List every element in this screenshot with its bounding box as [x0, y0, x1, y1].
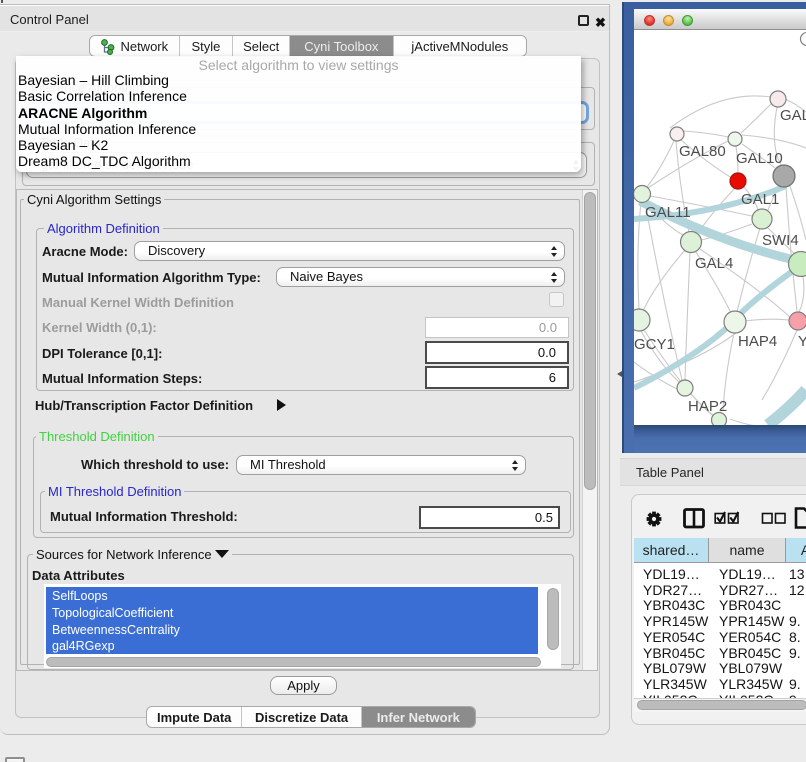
svg-text:HAP2: HAP2 [688, 398, 727, 415]
svg-text:GAL10: GAL10 [736, 150, 783, 167]
svg-text:GAL4: GAL4 [695, 255, 733, 272]
svg-text:GAL11: GAL11 [645, 204, 691, 221]
svg-text:GAL80: GAL80 [679, 143, 726, 160]
svg-text:GAL7: GAL7 [780, 107, 806, 124]
svg-text:HAP4: HAP4 [738, 333, 777, 350]
svg-text:YB: YB [798, 333, 806, 350]
svg-text:SWI4: SWI4 [762, 232, 799, 249]
svg-text:GCY1: GCY1 [634, 336, 675, 353]
svg-text:GAL1: GAL1 [741, 191, 779, 208]
